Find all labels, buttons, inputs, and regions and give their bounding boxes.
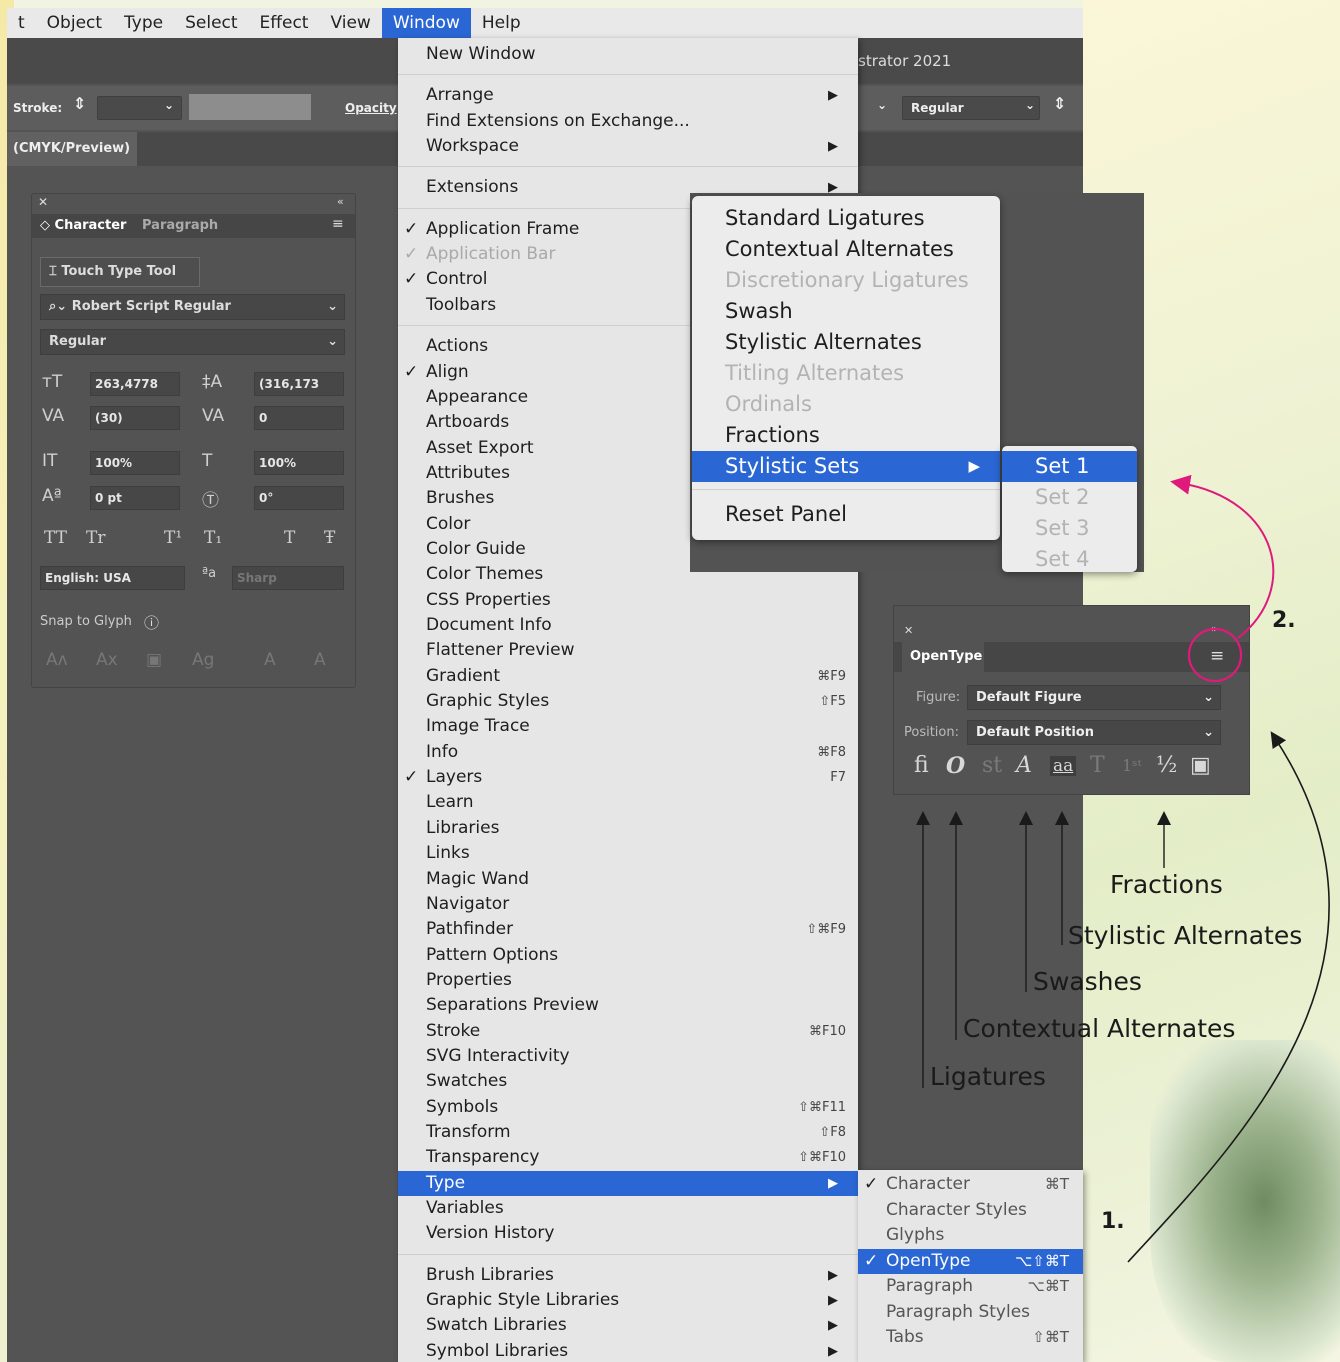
annotation-stylistic-alternates: Stylistic Alternates — [1068, 921, 1303, 950]
step1-curved-arrow — [1127, 731, 1330, 1263]
annotation-overlay — [916, 474, 1330, 1263]
annotation-swashes: Swashes — [1033, 967, 1142, 996]
step-1-label: 1. — [1101, 1209, 1125, 1234]
step-2-label: 2. — [1272, 608, 1296, 633]
panel-menu-highlight-circle — [1187, 627, 1243, 683]
annotation-fractions: Fractions — [1110, 870, 1223, 899]
annotation-contextual-alternates: Contextual Alternates — [963, 1014, 1236, 1043]
annotation-ligatures: Ligatures — [930, 1062, 1046, 1091]
step2-curved-arrow — [1170, 474, 1275, 639]
